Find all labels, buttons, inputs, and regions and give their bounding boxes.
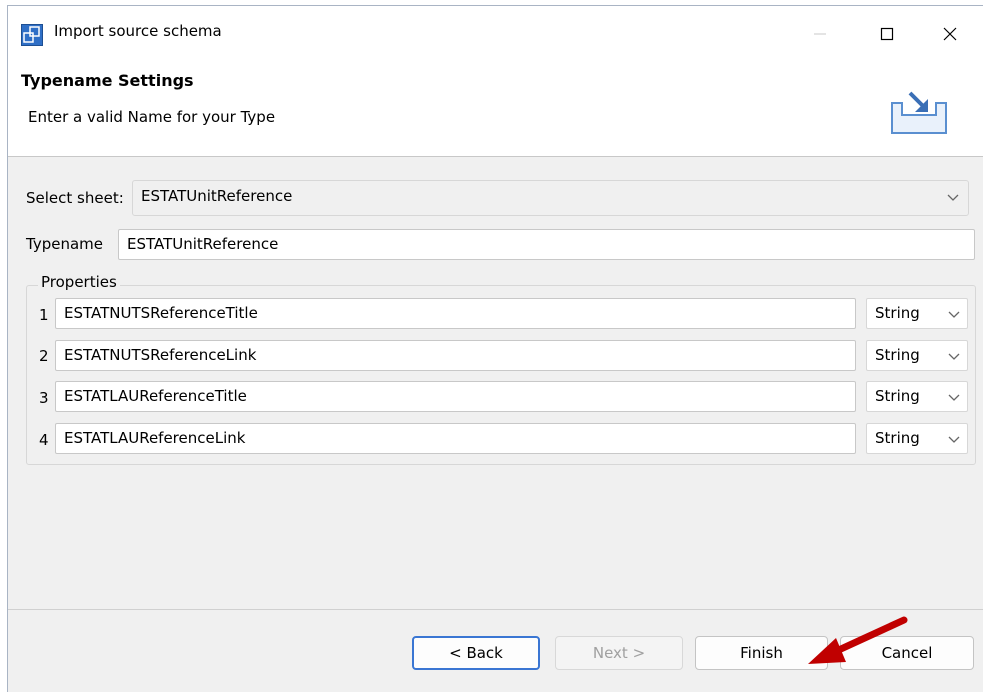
select-sheet-value: ESTATUnitReference	[141, 187, 293, 205]
typename-value: ESTATUnitReference	[127, 235, 279, 253]
property-name-input[interactable]: ESTATLAUReferenceLink	[55, 423, 856, 454]
minimize-icon	[814, 33, 826, 35]
chevron-down-icon	[948, 394, 960, 401]
window-title: Import source schema	[54, 22, 222, 40]
property-type-dropdown[interactable]: String	[866, 340, 968, 371]
property-name-value: ESTATNUTSReferenceLink	[64, 346, 257, 364]
import-dialog: Import source schema Typename Settings E…	[7, 5, 983, 692]
back-button[interactable]: < Back	[412, 636, 540, 670]
property-name-input[interactable]: ESTATNUTSReferenceLink	[55, 340, 856, 371]
property-row-number: 4	[39, 431, 49, 449]
close-button[interactable]	[928, 16, 972, 52]
chevron-down-icon	[948, 311, 960, 318]
typename-input[interactable]: ESTATUnitReference	[118, 229, 975, 260]
property-name-value: ESTATLAUReferenceTitle	[64, 387, 247, 405]
typename-label: Typename	[26, 235, 103, 253]
close-icon	[943, 27, 957, 41]
app-icon	[21, 24, 43, 46]
property-type-value: String	[875, 304, 920, 322]
property-name-value: ESTATLAUReferenceLink	[64, 429, 246, 447]
property-row-number: 1	[39, 306, 49, 324]
maximize-icon	[880, 27, 894, 41]
wizard-banner: Typename Settings Enter a valid Name for…	[8, 56, 983, 157]
chevron-down-icon	[948, 353, 960, 360]
property-type-dropdown[interactable]: String	[866, 298, 968, 329]
select-sheet-dropdown[interactable]: ESTATUnitReference	[132, 180, 969, 216]
property-type-value: String	[875, 387, 920, 405]
next-button[interactable]: Next >	[555, 636, 683, 670]
page-title: Typename Settings	[21, 71, 194, 90]
import-icon	[891, 91, 947, 134]
minimize-button[interactable]	[798, 16, 842, 52]
property-type-dropdown[interactable]: String	[866, 423, 968, 454]
select-sheet-label: Select sheet:	[26, 189, 124, 207]
maximize-button[interactable]	[865, 16, 909, 52]
footer-divider	[8, 609, 983, 610]
property-name-input[interactable]: ESTATLAUReferenceTitle	[55, 381, 856, 412]
annotation-arrow-icon	[808, 616, 908, 664]
properties-legend: Properties	[38, 273, 120, 291]
property-row-number: 2	[39, 347, 49, 365]
property-row-number: 3	[39, 389, 49, 407]
title-bar: Import source schema	[8, 6, 983, 56]
page-description: Enter a valid Name for your Type	[28, 108, 276, 126]
chevron-down-icon	[948, 436, 960, 443]
property-type-value: String	[875, 429, 920, 447]
property-name-input[interactable]: ESTATNUTSReferenceTitle	[55, 298, 856, 329]
chevron-down-icon	[947, 194, 959, 201]
property-name-value: ESTATNUTSReferenceTitle	[64, 304, 258, 322]
property-type-value: String	[875, 346, 920, 364]
property-type-dropdown[interactable]: String	[866, 381, 968, 412]
